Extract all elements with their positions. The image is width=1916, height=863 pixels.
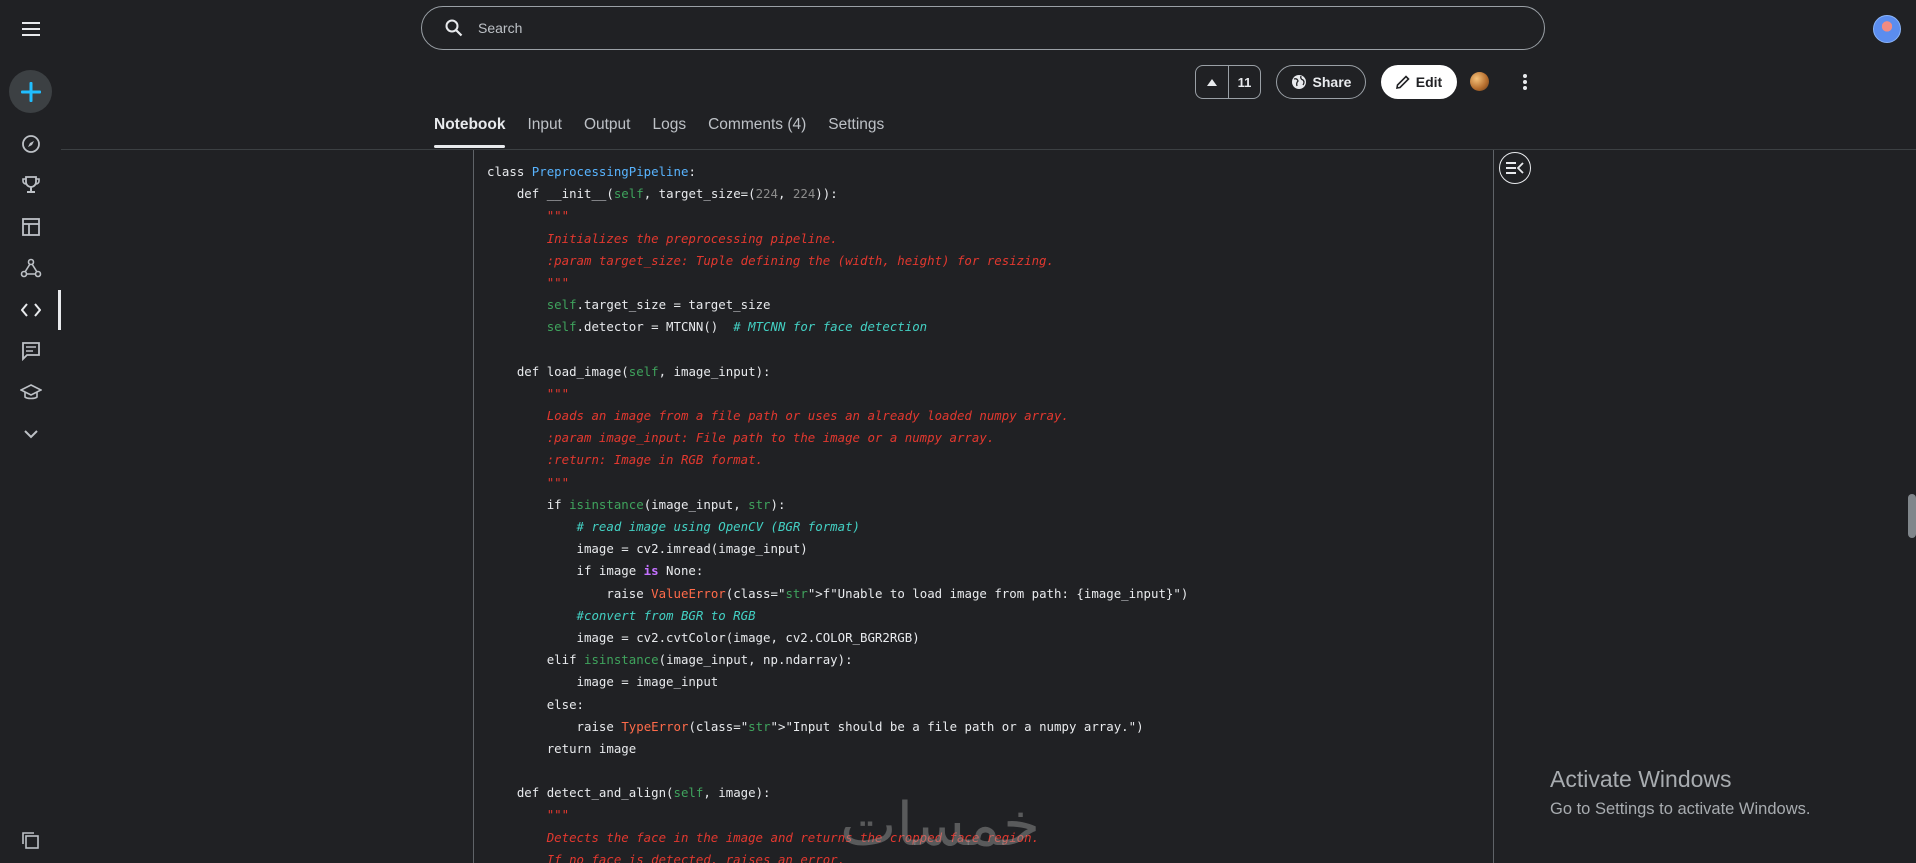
code-line: raise TypeError(class="str">"Input shoul… — [576, 718, 1144, 734]
code-line: if isinstance(image_input, str): — [546, 496, 786, 512]
table-icon[interactable] — [0, 207, 61, 247]
more-options-button[interactable] — [1512, 66, 1538, 98]
search-bar[interactable] — [421, 6, 1545, 50]
activate-subtitle: Go to Settings to activate Windows. — [1550, 800, 1811, 818]
code-line: self.target_size = target_size — [546, 297, 771, 313]
trophy-icon[interactable] — [0, 165, 61, 205]
share-label: Share — [1312, 74, 1352, 90]
tab-settings[interactable]: Settings — [828, 110, 884, 148]
code-line: return image — [546, 740, 637, 756]
tab-comments[interactable]: Comments (4) — [708, 110, 806, 148]
code-line: def load_image(self, image_input): — [516, 363, 771, 379]
pencil-icon — [1395, 75, 1410, 89]
code-line: image = image_input — [487, 674, 719, 690]
code-line: def __init__(self, target_size=(224, 224… — [516, 186, 838, 202]
tab-input[interactable]: Input — [527, 110, 561, 148]
upvote-control: 11 — [1195, 65, 1261, 99]
edit-button[interactable]: Edit — [1381, 65, 1457, 99]
user-avatar[interactable] — [1873, 15, 1901, 43]
create-button[interactable] — [9, 70, 52, 113]
code-line: else: — [546, 696, 584, 712]
comments-icon[interactable] — [0, 331, 61, 371]
toc-icon — [1506, 162, 1524, 174]
active-indicator — [58, 290, 61, 330]
vote-count: 11 — [1237, 74, 1252, 90]
code-line: """ — [546, 208, 570, 224]
code-line: #convert from BGR to RGB — [576, 607, 756, 623]
chevron-down-icon[interactable] — [0, 414, 61, 454]
code-line: # read image using OpenCV (BGR format) — [576, 519, 861, 534]
code-line: :param image_input: File path to the ima… — [546, 430, 995, 446]
code-line: if image is None: — [576, 563, 704, 579]
plus-icon — [20, 81, 41, 102]
tab-notebook[interactable]: Notebook — [434, 110, 506, 148]
activate-title: Activate Windows — [1550, 766, 1732, 792]
caret-up-icon — [1207, 78, 1217, 86]
code-line: def detect_and_align(self, image): — [516, 785, 771, 801]
more-vert-icon — [1523, 74, 1527, 90]
menu-icon[interactable] — [0, 9, 61, 49]
code-line: """ — [546, 274, 570, 290]
code-line: class PreprocessingPipeline: — [487, 164, 696, 179]
model-icon[interactable] — [0, 248, 61, 288]
tab-logs[interactable]: Logs — [652, 110, 686, 148]
code-line: Detects the face in the image and return… — [546, 829, 1040, 845]
code-line: image = cv2.cvtColor(image, cv2.COLOR_BG… — [487, 629, 920, 645]
code-line: image = cv2.imread(image_input) — [487, 541, 808, 557]
code-line: """ — [546, 385, 570, 401]
search-input[interactable] — [476, 19, 1380, 37]
code-icon[interactable] — [0, 290, 61, 330]
code-line: Loads an image from a file path or uses … — [546, 408, 1069, 424]
code-line: raise ValueError(class="str">f"Unable to… — [606, 585, 1189, 601]
code-line: """ — [546, 807, 570, 823]
scrollbar-thumb[interactable] — [1908, 494, 1916, 538]
school-icon[interactable] — [0, 373, 61, 413]
code-cell[interactable]: class PreprocessingPipeline: def __init_… — [473, 150, 1494, 863]
edit-label: Edit — [1415, 74, 1443, 90]
watermark: خمسات — [840, 790, 1041, 860]
upvote-button[interactable] — [1196, 66, 1229, 98]
code-line: If no face is detected, raises an error. — [546, 851, 846, 863]
copy-icon[interactable] — [19, 829, 41, 851]
code-line: :param target_size: Tuple defining the (… — [546, 252, 1054, 268]
code-line: elif isinstance(image_input, np.ndarray)… — [546, 652, 853, 668]
table-of-contents-button[interactable] — [1499, 152, 1531, 184]
search-icon — [444, 18, 464, 38]
notebook-tabs: Notebook Input Output Logs Comments (4) … — [434, 110, 906, 150]
left-sidebar — [0, 0, 61, 863]
author-avatar[interactable] — [1470, 72, 1489, 91]
compass-icon[interactable] — [0, 124, 61, 164]
globe-icon — [1291, 75, 1306, 89]
code-line: :return: Image in RGB format. — [546, 452, 764, 468]
tab-output[interactable]: Output — [584, 110, 631, 148]
share-button[interactable]: Share — [1276, 65, 1366, 99]
code-line: """ — [546, 474, 570, 490]
code-block: class PreprocessingPipeline: def __init_… — [487, 161, 1188, 863]
code-line: Initializes the preprocessing pipeline. — [546, 230, 838, 246]
activate-windows-notice: Activate Windows Go to Settings to activ… — [1550, 765, 1810, 821]
code-line: self.detector = MTCNN() # MTCNN for face… — [546, 319, 928, 335]
